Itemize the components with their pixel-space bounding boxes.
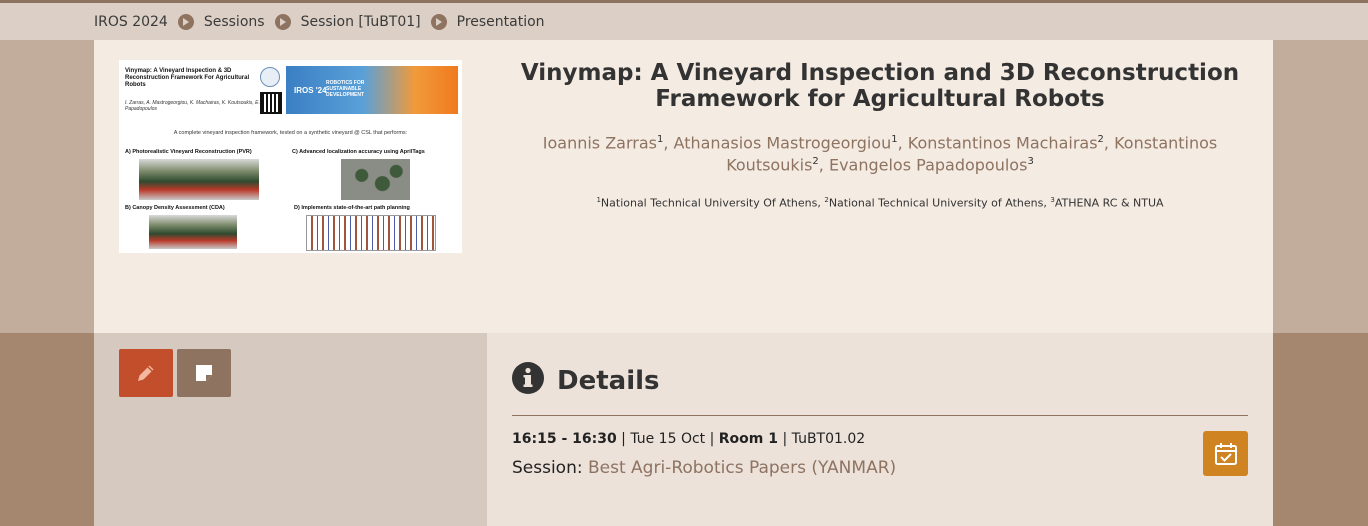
date: Tue 15 Oct — [630, 431, 706, 447]
poster-section-d: D) Implements state-of-the-art path plan… — [294, 205, 410, 211]
university-seal-icon — [260, 67, 280, 87]
affiliation-list: 1National Technical University Of Athens… — [596, 196, 1164, 210]
author-link[interactable]: Konstantinos Machairas — [908, 133, 1098, 152]
author-list: Ioannis Zarras1, Athanasios Mastrogeorgi… — [542, 133, 1218, 175]
localization-image — [341, 159, 410, 200]
separator: | — [705, 431, 719, 447]
separator: | — [778, 431, 792, 447]
add-to-calendar-button[interactable] — [1203, 431, 1248, 476]
details-divider — [512, 415, 1248, 416]
breadcrumb-sessions[interactable]: Sessions — [204, 14, 265, 30]
session-line: Session: Best Agri-Robotics Papers (YANM… — [512, 458, 896, 478]
paper-code: TuBT01.02 — [791, 431, 866, 447]
author-link[interactable]: Evangelos Papadopoulos — [829, 156, 1027, 175]
author-link[interactable]: Ioannis Zarras — [543, 133, 657, 152]
poster-banner: IROS '24 ROBOTICS FOR SUSTAINABLE DEVELO… — [286, 66, 458, 114]
pencil-icon — [138, 365, 154, 381]
time-range: 16:15 - 16:30 — [512, 431, 617, 447]
poster-section-c: C) Advanced localization accuracy using … — [292, 149, 425, 155]
paper-title: Vinymap: A Vineyard Inspection and 3D Re… — [520, 60, 1240, 112]
poster-section-a: A) Photorealistic Vineyard Reconstructio… — [125, 149, 252, 155]
details-panel — [487, 333, 1273, 526]
author-affiliation-number: 1 — [657, 134, 664, 145]
add-note-button[interactable] — [177, 349, 231, 397]
separator: | — [616, 431, 631, 447]
affiliation-name: National Technical University of Athens — [828, 196, 1044, 210]
details-heading: Details — [557, 366, 660, 396]
poster-section-b: B) Canopy Density Assessment (CDA) — [125, 205, 225, 211]
affiliation-name: ATHENA RC & NTUA — [1054, 196, 1164, 210]
breadcrumb-presentation[interactable]: Presentation — [457, 14, 545, 30]
author-affiliation-number: 3 — [1027, 156, 1034, 168]
chevron-right-icon — [274, 13, 291, 30]
canopy-density-image — [149, 215, 237, 249]
note-icon — [196, 365, 212, 381]
author-affiliation-number: 1 — [891, 134, 898, 145]
qr-code-icon — [260, 92, 282, 114]
edit-button[interactable] — [119, 349, 173, 397]
chevron-right-icon — [430, 13, 447, 30]
path-planning-image — [306, 215, 436, 251]
author-link[interactable]: Athanasios Mastrogeorgiou — [674, 133, 892, 152]
poster-subtitle: A complete vineyard inspection framework… — [173, 130, 408, 136]
affiliation-name: National Technical University Of Athens — [600, 196, 818, 210]
poster-title: Vinymap: A Vineyard Inspection & 3D Reco… — [125, 68, 250, 88]
author-affiliation-number: 2 — [1097, 134, 1104, 145]
poster-banner-iros: IROS '24 — [294, 86, 327, 95]
poster-banner-text: ROBOTICS FOR SUSTAINABLE DEVELOPMENT — [326, 80, 365, 98]
breadcrumb-session[interactable]: Session [TuBT01] — [301, 14, 421, 30]
breadcrumb: IROS 2024 Sessions Session [TuBT01] Pres… — [0, 3, 1368, 40]
calendar-check-icon — [1214, 442, 1237, 465]
author-affiliation-number: 2 — [812, 156, 819, 168]
breadcrumb-iros-2024[interactable]: IROS 2024 — [94, 14, 168, 30]
session-label: Session: — [512, 458, 583, 478]
info-icon — [512, 362, 544, 394]
room: Room 1 — [718, 431, 779, 447]
schedule-line: 16:15 - 16:30 | Tue 15 Oct | Room 1 | Tu… — [512, 431, 865, 447]
poster-thumbnail[interactable]: Vinymap: A Vineyard Inspection & 3D Reco… — [119, 60, 462, 253]
poster-authors: I. Zarras, A. Mastrogeorgiou, K. Machair… — [125, 100, 260, 112]
vineyard-reconstruction-image — [139, 159, 259, 200]
session-link[interactable]: Best Agri-Robotics Papers (YANMAR) — [588, 458, 896, 478]
chevron-right-icon — [177, 13, 194, 30]
